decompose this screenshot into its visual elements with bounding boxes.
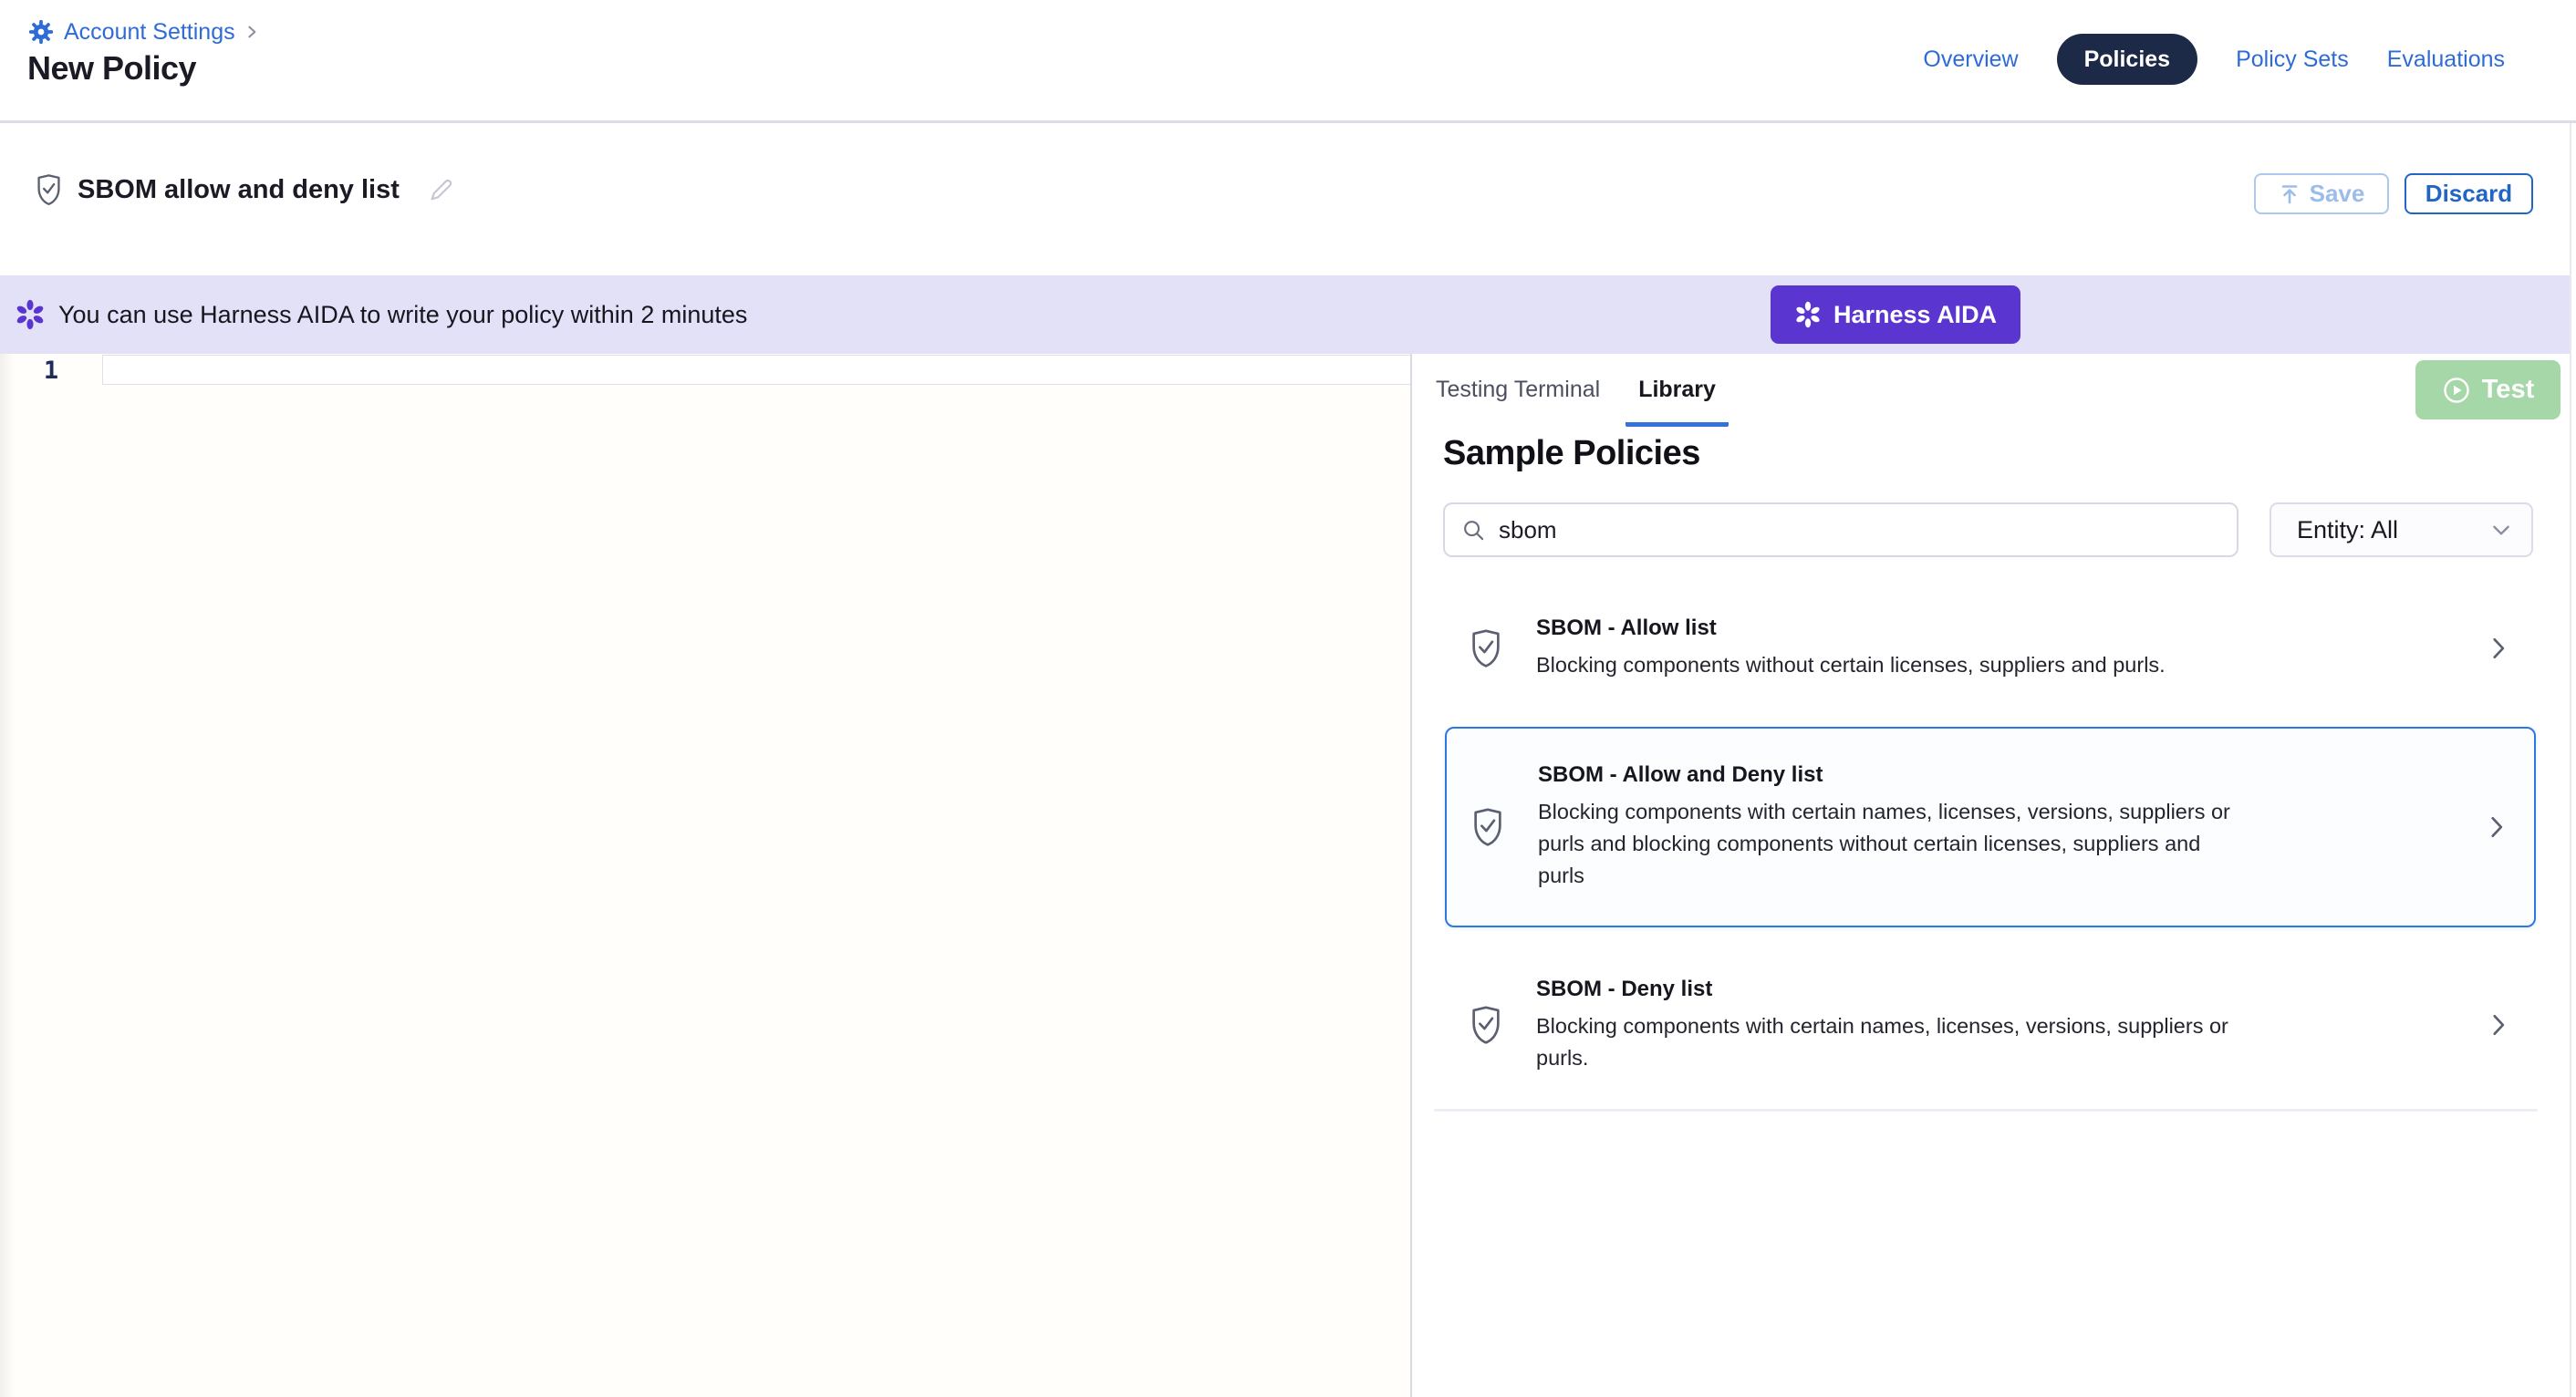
policy-editor-page: Account Settings New Policy Overview Pol… xyxy=(0,0,2576,1397)
policy-card-text: SBOM - Allow and Deny list Blocking comp… xyxy=(1538,762,2249,892)
nav-tab-policies[interactable]: Policies xyxy=(2057,34,2198,85)
discard-button[interactable]: Discard xyxy=(2405,173,2533,214)
chevron-down-icon xyxy=(2489,518,2513,542)
tab-testing-terminal[interactable]: Testing Terminal xyxy=(1423,376,1613,427)
save-button-label: Save xyxy=(2310,180,2365,208)
upload-icon xyxy=(2279,183,2301,205)
main-area: 1 Testing Terminal Library Test Sample P… xyxy=(0,354,2576,1397)
shield-check-icon xyxy=(1470,807,1505,847)
nav-tab-policy-sets[interactable]: Policy Sets xyxy=(2236,47,2349,73)
edit-pencil-icon[interactable] xyxy=(427,175,456,204)
policy-card-description: Blocking components with certain names, … xyxy=(1536,1010,2248,1074)
aida-flower-icon xyxy=(15,299,46,330)
policy-card-description: Blocking components with certain names, … xyxy=(1538,796,2249,892)
sample-policies-heading: Sample Policies xyxy=(1443,434,1700,473)
policy-card-description: Blocking components without certain lice… xyxy=(1536,649,2166,681)
sample-policies-search[interactable] xyxy=(1443,502,2238,557)
save-button[interactable]: Save xyxy=(2254,173,2389,214)
test-button[interactable]: Test xyxy=(2415,360,2560,419)
test-button-label: Test xyxy=(2482,375,2534,405)
editor-current-line[interactable] xyxy=(102,355,1410,385)
shield-check-icon xyxy=(35,173,63,206)
play-circle-icon xyxy=(2442,376,2471,405)
breadcrumb[interactable]: Account Settings xyxy=(27,18,259,46)
policy-card-sbom-allow-and-deny-list[interactable]: SBOM - Allow and Deny list Blocking comp… xyxy=(1445,727,2536,927)
page-header: Account Settings New Policy Overview Pol… xyxy=(0,0,2576,123)
right-rail-divider xyxy=(2570,123,2571,1397)
chevron-right-icon[interactable] xyxy=(2485,1009,2512,1040)
search-input[interactable] xyxy=(1499,516,2237,544)
policy-list-divider xyxy=(1434,1109,2538,1112)
editor-line-number: 1 xyxy=(0,356,102,386)
top-nav: Overview Policies Policy Sets Evaluation… xyxy=(1923,33,2505,86)
page-title: New Policy xyxy=(27,49,196,88)
nav-tab-evaluations[interactable]: Evaluations xyxy=(2387,47,2505,73)
policy-card-title: SBOM - Allow list xyxy=(1536,616,2166,641)
policy-toolbar: SBOM allow and deny list Save Discard xyxy=(0,126,2576,275)
policy-card-text: SBOM - Deny list Blocking components wit… xyxy=(1536,977,2248,1074)
shield-check-icon xyxy=(1469,628,1503,668)
account-settings-gear-icon xyxy=(27,18,55,46)
policy-name: SBOM allow and deny list xyxy=(78,175,400,205)
policy-card-sbom-allow-list[interactable]: SBOM - Allow list Blocking components wi… xyxy=(1445,597,2536,699)
chevron-right-icon[interactable] xyxy=(2483,812,2510,843)
breadcrumb-chevron-icon xyxy=(244,25,259,39)
nav-tab-overview[interactable]: Overview xyxy=(1923,47,2018,73)
tab-library[interactable]: Library xyxy=(1626,376,1729,427)
aida-button-label: Harness AIDA xyxy=(1833,301,1997,329)
policy-card-title: SBOM - Deny list xyxy=(1536,977,2248,1002)
policy-name-row: SBOM allow and deny list xyxy=(35,173,456,206)
breadcrumb-account-settings-link[interactable]: Account Settings xyxy=(64,19,235,46)
library-panel: Testing Terminal Library Test Sample Pol… xyxy=(1412,354,2570,1397)
panel-tabs: Testing Terminal Library xyxy=(1423,376,1729,427)
harness-aida-button[interactable]: Harness AIDA xyxy=(1771,285,2020,344)
shield-check-icon xyxy=(1469,1005,1503,1045)
policy-card-title: SBOM - Allow and Deny list xyxy=(1538,762,2249,788)
policy-card-sbom-deny-list[interactable]: SBOM - Deny list Blocking components wit… xyxy=(1445,965,2536,1085)
entity-filter-dropdown[interactable]: Entity: All xyxy=(2270,502,2533,557)
policy-code-editor[interactable]: 1 xyxy=(0,354,1410,1397)
aida-banner: You can use Harness AIDA to write your p… xyxy=(0,275,2570,354)
toolbar-actions: Save Discard xyxy=(2254,173,2533,214)
search-icon xyxy=(1461,518,1486,543)
policy-card-text: SBOM - Allow list Blocking components wi… xyxy=(1536,616,2166,681)
entity-filter-value: Entity: All xyxy=(2297,516,2398,544)
aida-button-flower-icon xyxy=(1794,301,1822,328)
aida-banner-message: You can use Harness AIDA to write your p… xyxy=(58,301,747,329)
chevron-right-icon[interactable] xyxy=(2485,633,2512,664)
